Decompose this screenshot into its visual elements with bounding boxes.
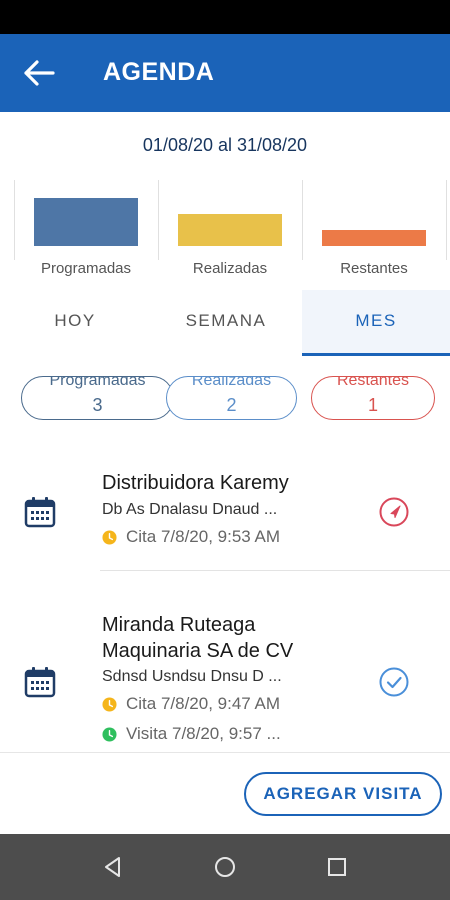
clock-icon	[102, 727, 117, 742]
nav-recents-icon[interactable]	[324, 854, 350, 880]
app-screen: AGENDA 01/08/20 al 31/08/20 Programadas …	[0, 0, 450, 900]
chart-separator	[14, 180, 15, 260]
chip-label: Realizadas	[191, 376, 272, 389]
navigation-arrow-icon[interactable]	[378, 496, 410, 528]
client-address: Sdnsd Usndsu Dnsu D ...	[102, 668, 282, 685]
nav-home-icon[interactable]	[212, 854, 238, 880]
chip-count: 3	[92, 395, 103, 415]
chart-label-realizadas: Realizadas	[192, 260, 268, 277]
clock-icon	[102, 530, 117, 545]
date-range: 01/08/20 al 31/08/20	[142, 135, 308, 155]
chip-label: Programadas	[49, 376, 146, 389]
chart-bar-realizadas	[178, 214, 282, 246]
arrow-back-icon[interactable]	[22, 57, 56, 89]
chart-separator	[446, 180, 447, 260]
chip-label: Restantes	[336, 376, 410, 389]
chart-separator	[158, 180, 159, 260]
bottom-action-area: AGREGAR VISITA	[0, 752, 450, 834]
tab-hoy[interactable]: HOY	[0, 290, 150, 356]
calendar-icon	[24, 667, 56, 698]
period-tabs: HOY SEMANA MES	[0, 290, 450, 356]
chip-restantes[interactable]: Restantes 1	[311, 376, 435, 420]
list-item[interactable]: Miranda Ruteaga Maquinaria SA de CV Sdns…	[0, 600, 450, 752]
calendar-icon	[24, 497, 56, 528]
chart-separator	[302, 180, 303, 260]
list-divider	[100, 570, 450, 571]
status-filter-chips: Programadas 3 Realizadas 2 Restantes 1	[0, 372, 450, 424]
tab-semana[interactable]: SEMANA	[150, 290, 302, 356]
summary-chart: Programadas Realizadas Restantes	[0, 180, 450, 280]
chart-label-restantes: Restantes	[340, 260, 408, 277]
client-name: Distribuidora Karemy	[102, 472, 289, 494]
list-item[interactable]: Distribuidora Karemy Db As Dnalasu Dnaud…	[0, 460, 450, 570]
add-visit-button[interactable]: AGREGAR VISITA	[244, 772, 442, 816]
client-address: Db As Dnalasu Dnaud ...	[102, 501, 278, 518]
status-bar	[0, 0, 450, 34]
app-bar: AGENDA	[0, 34, 450, 112]
chip-realizadas[interactable]: Realizadas 2	[166, 376, 297, 420]
nav-back-icon[interactable]	[100, 854, 126, 880]
appointment-text: Cita 7/8/20, 9:53 AM	[126, 527, 281, 546]
tab-mes[interactable]: MES	[302, 290, 450, 356]
check-circle-icon[interactable]	[378, 666, 410, 698]
client-name-line-1: Miranda Ruteaga	[102, 614, 256, 636]
visit-text: Visita 7/8/20, 9:57 ...	[126, 724, 281, 743]
chip-count: 1	[367, 395, 378, 415]
chip-programadas[interactable]: Programadas 3	[21, 376, 174, 420]
appointment-text: Cita 7/8/20, 9:47 AM	[126, 694, 281, 713]
chart-label-programadas: Programadas	[40, 260, 132, 277]
clock-icon	[102, 697, 117, 712]
client-name-line-2: Maquinaria SA de CV	[102, 640, 294, 662]
chart-bar-restantes	[322, 230, 426, 246]
page-title: AGENDA	[103, 58, 215, 86]
system-nav-bar	[0, 834, 450, 900]
chip-count: 2	[226, 395, 237, 415]
chart-bar-programadas	[34, 198, 138, 246]
